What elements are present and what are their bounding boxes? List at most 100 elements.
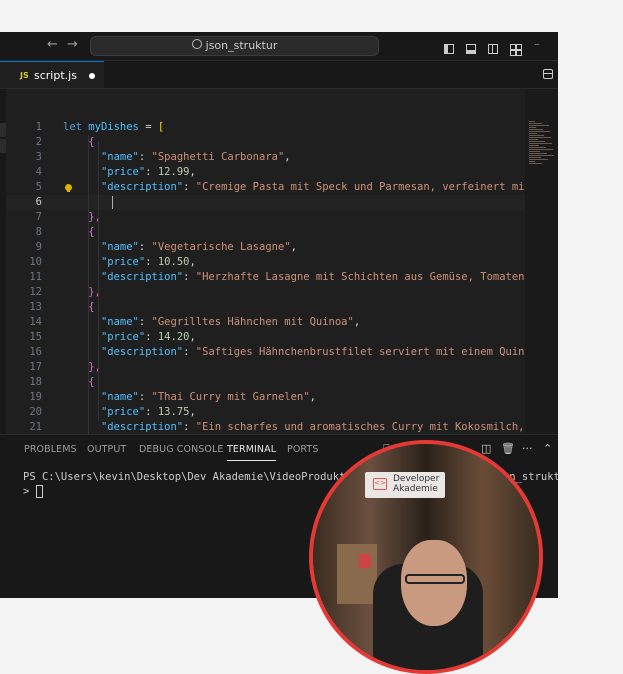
minimap-line (529, 153, 547, 154)
dish-description: "Saftiges Hähnchenbrustfilet serviert mi… (195, 346, 538, 358)
line-number: 17 (29, 361, 42, 373)
dish-price: 14.20 (157, 331, 190, 343)
line-number: 7 (35, 211, 42, 223)
search-text: json_struktur (205, 39, 278, 52)
dish-price: 10.50 (157, 256, 190, 268)
shelf-item (359, 554, 371, 568)
key-name: "name" (100, 151, 139, 163)
dish-price: 13.75 (157, 406, 190, 418)
code-editor[interactable]: 1 let myDishes = [2 {3 "name": "Spaghetti… (6, 89, 558, 434)
key-name: "name" (100, 316, 139, 328)
line-number: 5 (35, 181, 42, 193)
minimap-line (529, 163, 542, 164)
prompt-arrow: > (23, 485, 36, 498)
toggle-secondary-sidebar-icon[interactable] (488, 44, 499, 54)
layout-controls (444, 39, 529, 56)
indent-guide (88, 135, 89, 434)
line-code: "description": "Herzhafte Lasagne mit Sc… (100, 271, 538, 283)
line-number: 11 (29, 271, 42, 283)
line-code: "price": 13.75, (100, 406, 196, 418)
editor-tab-bar: JS script.js (0, 61, 558, 89)
line-code: }, (63, 360, 101, 375)
minimap-line (529, 157, 541, 158)
tab-debug-console[interactable]: DEBUG CONSOLE (139, 444, 224, 455)
line-code: "price": 12.99, (100, 166, 196, 178)
line-number: 6 (35, 196, 42, 208)
minimize-button[interactable]: – (534, 37, 540, 51)
minimap-line (529, 155, 554, 156)
tab-terminal[interactable]: TERMINAL (227, 444, 277, 461)
key-price: "price" (100, 406, 146, 418)
line-code: let myDishes = [ (63, 120, 164, 135)
minimap-line (529, 125, 549, 126)
line-number: 19 (29, 391, 42, 403)
forward-arrow-icon[interactable]: → (67, 38, 78, 52)
minimap-line (529, 159, 548, 160)
minimap-line (529, 143, 552, 144)
keyword-let: let (63, 121, 82, 133)
key-description: "description" (100, 421, 184, 433)
minimap-line (529, 161, 535, 162)
line-number: 14 (29, 316, 42, 328)
minimap-line (529, 141, 545, 142)
close-brace: }, (88, 211, 101, 223)
minimap-line (529, 123, 542, 124)
dish-name: "Thai Curry mit Garnelen" (151, 391, 310, 403)
line-code: "name": "Thai Curry mit Garnelen", (100, 391, 316, 403)
minimap-line (529, 139, 538, 140)
line-code: "description": "Ein scharfes und aromati… (100, 421, 538, 433)
split-editor-icon[interactable] (543, 69, 553, 79)
assign-operator: = (138, 121, 158, 133)
minimap[interactable] (525, 89, 558, 434)
close-brace: }, (88, 286, 101, 298)
minimap-line (529, 137, 551, 138)
glasses (405, 574, 465, 584)
open-brace: { (88, 226, 95, 238)
line-code: { (63, 135, 94, 150)
line-number: 21 (29, 421, 42, 433)
terminal-input-line[interactable]: > (23, 485, 43, 498)
line-number: 1 (35, 121, 42, 133)
logo-line-2: Akademie (393, 484, 438, 494)
dish-description: "Cremige Pasta mit Speck und Parmesan, v… (195, 181, 531, 193)
close-brace: }, (88, 361, 101, 373)
minimap-line (529, 147, 546, 148)
line-code: "description": "Saftiges Hähnchenbrustfi… (100, 346, 538, 358)
open-bracket: [ (157, 121, 165, 133)
logo-line-1: Developer (393, 474, 440, 484)
line-code: }, (63, 210, 101, 225)
dish-name: "Vegetarische Lasagne" (151, 241, 291, 253)
lightbulb-icon[interactable] (65, 184, 72, 192)
line-code: }, (63, 285, 101, 300)
key-price: "price" (100, 331, 146, 343)
line-code: "name": "Gegrilltes Hähnchen mit Quinoa"… (100, 316, 361, 328)
terminal-cursor (35, 485, 43, 498)
dish-price: 12.99 (157, 166, 190, 178)
unsaved-dot-icon[interactable] (89, 73, 95, 79)
line-number: 8 (35, 226, 42, 238)
variable-name: myDishes (88, 121, 139, 133)
minimap-line (529, 131, 550, 132)
javascript-file-icon: JS (20, 71, 29, 80)
open-brace: { (88, 376, 95, 388)
tab-script-js[interactable]: JS script.js (0, 61, 104, 88)
search-icon (191, 39, 202, 49)
code-line[interactable]: 1 let myDishes = [ (6, 120, 558, 135)
key-description: "description" (100, 181, 184, 193)
tab-output[interactable]: OUTPUT (87, 444, 126, 455)
line-code: { (63, 225, 95, 240)
chevron-up-icon[interactable]: ⌃ (543, 442, 552, 455)
tab-problems[interactable]: PROBLEMS (24, 444, 77, 455)
webcam-overlay: <> Developer Akademie (309, 440, 543, 674)
toggle-panel-icon[interactable] (466, 44, 477, 54)
line-number: 18 (29, 376, 42, 388)
key-name: "name" (100, 241, 139, 253)
line-number: 12 (29, 286, 42, 298)
toggle-primary-sidebar-icon[interactable] (444, 44, 454, 54)
back-arrow-icon[interactable]: ← (47, 38, 58, 52)
line-number: 16 (29, 346, 42, 358)
key-description: "description" (100, 346, 184, 358)
text-cursor (112, 196, 113, 209)
customize-layout-icon[interactable] (510, 44, 523, 56)
command-center-search[interactable]: json_struktur (90, 36, 379, 56)
